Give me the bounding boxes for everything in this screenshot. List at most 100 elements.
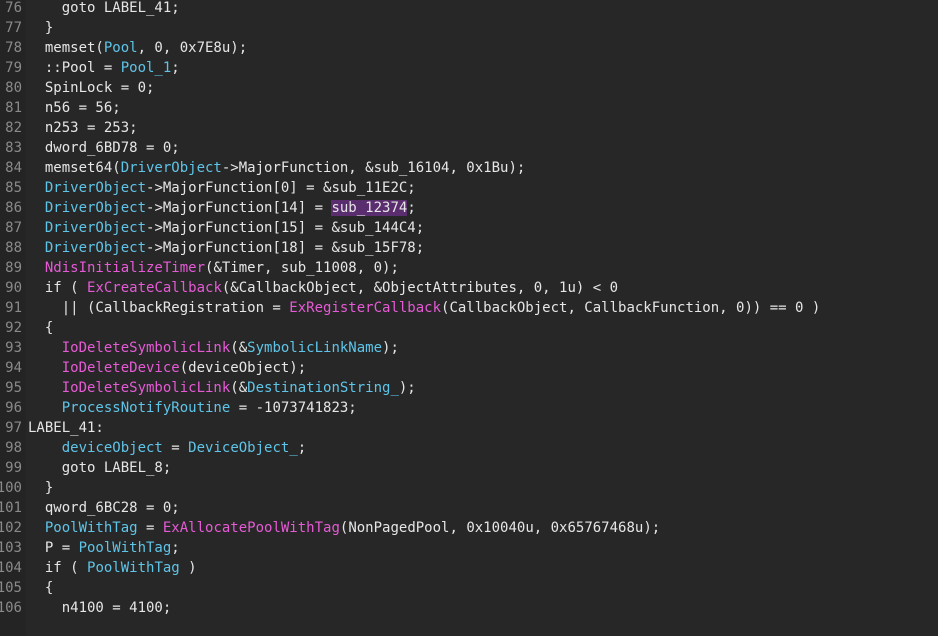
code-text: n4100 = 4100; (28, 600, 172, 616)
line-number: 100 (0, 480, 22, 496)
function-token[interactable]: ExCreateCallback (87, 280, 222, 296)
code-text: ->MajorFunction[0] = &sub_11E2C; (146, 180, 416, 196)
code-content: LABEL_41: (28, 418, 104, 438)
highlighted-token[interactable]: sub_12374 (331, 200, 408, 216)
variable-token[interactable]: PoolWithTag (45, 520, 138, 536)
code-content: if ( PoolWithTag ) (28, 558, 197, 578)
code-content: } (28, 18, 53, 38)
code-text: qword_6BC28 = 0; (28, 500, 180, 516)
code-text: LABEL_41: (28, 420, 104, 436)
variable-token[interactable]: Pool (104, 40, 138, 56)
code-content: { (28, 318, 53, 338)
code-content: memset(Pool, 0, 0x7E8u); (28, 38, 247, 58)
code-text: || (CallbackRegistration = (28, 300, 290, 316)
code-text: ; (297, 440, 307, 456)
line-number: 94 (5, 360, 22, 376)
code-content: P = PoolWithTag; (28, 538, 180, 558)
line-number: 101 (0, 500, 22, 516)
line-number: 85 (5, 180, 22, 196)
variable-token[interactable]: Pool_1 (121, 60, 172, 76)
function-token[interactable]: IoDeleteDevice (62, 360, 180, 376)
code-content: IoDeleteSymbolicLink(&DestinationString_… (28, 378, 416, 398)
code-text: if ( (28, 560, 88, 576)
code-text: ) (179, 560, 197, 576)
line-number: 78 (5, 40, 22, 56)
code-text: (deviceObject); (179, 360, 307, 376)
variable-token[interactable]: DriverObject (121, 160, 222, 176)
code-content: } (28, 478, 53, 498)
code-text: { (28, 580, 54, 596)
variable-token[interactable]: ProcessNotifyRoutine (62, 400, 231, 416)
variable-token[interactable]: DeviceObject_ (188, 440, 298, 456)
variable-token[interactable]: PoolWithTag (87, 560, 180, 576)
code-text: = -1073741823; (230, 400, 357, 416)
code-text: ->MajorFunction, &sub_16104, 0x1Bu); (221, 160, 526, 176)
line-number: 77 (5, 20, 22, 36)
code-content: || (CallbackRegistration = ExRegisterCal… (28, 298, 821, 318)
line-number: 98 (5, 440, 22, 456)
code-text: dword_6BD78 = 0; (28, 140, 180, 156)
code-text: (&Timer, sub_11008, 0); (205, 260, 399, 276)
code-content: goto LABEL_41; (28, 0, 180, 18)
code-text: = (137, 520, 163, 536)
function-token[interactable]: NdisInitializeTimer (45, 260, 205, 276)
variable-token[interactable]: deviceObject (62, 440, 163, 456)
code-text: (CallbackObject, CallbackFunction, 0)) =… (441, 300, 821, 316)
line-number: 104 (0, 560, 22, 576)
line-number: 81 (5, 100, 22, 116)
variable-token[interactable]: DestinationString_ (247, 380, 399, 396)
line-number: 106 (0, 600, 22, 616)
variable-token[interactable]: DriverObject (45, 240, 146, 256)
line-number: 87 (5, 220, 22, 236)
code-content: DriverObject->MajorFunction[0] = &sub_11… (28, 178, 416, 198)
code-text: SpinLock = 0; (28, 80, 155, 96)
variable-token[interactable]: DriverObject (45, 200, 146, 216)
line-number: 91 (5, 300, 22, 316)
code-text: ); (398, 380, 416, 396)
code-text: , 0, 0x7E8u); (137, 40, 248, 56)
function-token[interactable]: ExAllocatePoolWithTag (163, 520, 340, 536)
code-text: ; (407, 200, 416, 216)
function-token[interactable]: IoDeleteSymbolicLink (62, 340, 231, 356)
code-text: ; (171, 60, 180, 76)
code-content: PoolWithTag = ExAllocatePoolWithTag(NonP… (28, 518, 660, 538)
variable-token[interactable]: PoolWithTag (79, 540, 172, 556)
variable-token[interactable]: SymbolicLinkName (247, 340, 382, 356)
line-number: 92 (5, 320, 22, 336)
code-text: } (28, 20, 54, 36)
line-number: 102 (0, 520, 22, 536)
line-number: 79 (5, 60, 22, 76)
line-number: 80 (5, 80, 22, 96)
code-content: qword_6BC28 = 0; (28, 498, 180, 518)
line-number: 86 (5, 200, 22, 216)
line-number: 93 (5, 340, 22, 356)
function-token[interactable]: IoDeleteSymbolicLink (62, 380, 231, 396)
code-text: } (28, 480, 54, 496)
code-content: DriverObject->MajorFunction[18] = &sub_1… (28, 238, 424, 258)
code-content: { (28, 578, 53, 598)
code-content: ::Pool = Pool_1; (28, 58, 180, 78)
code-text: goto LABEL_41; (28, 0, 180, 16)
code-text: ::Pool = (28, 60, 121, 76)
line-number: 88 (5, 240, 22, 256)
code-content: NdisInitializeTimer(&Timer, sub_11008, 0… (28, 258, 399, 278)
code-content: IoDeleteSymbolicLink(&SymbolicLinkName); (28, 338, 399, 358)
code-text: ->MajorFunction[15] = &sub_144C4; (146, 220, 425, 236)
code-editor[interactable]: 76 goto LABEL_41; 77 } 78 memset(Pool, 0, … (0, 0, 938, 636)
line-number: 82 (5, 120, 22, 136)
code-text: (& (230, 340, 248, 356)
code-text: P = (28, 540, 79, 556)
variable-token[interactable]: DriverObject (45, 220, 146, 236)
code-content: DriverObject->MajorFunction[14] = sub_12… (28, 198, 416, 218)
function-token[interactable]: ExRegisterCallback (289, 300, 441, 316)
code-content: n4100 = 4100; (28, 598, 172, 618)
variable-token[interactable]: DriverObject (45, 180, 146, 196)
code-content: IoDeleteDevice(deviceObject); (28, 358, 306, 378)
code-text: ->MajorFunction[14] = (146, 200, 332, 216)
